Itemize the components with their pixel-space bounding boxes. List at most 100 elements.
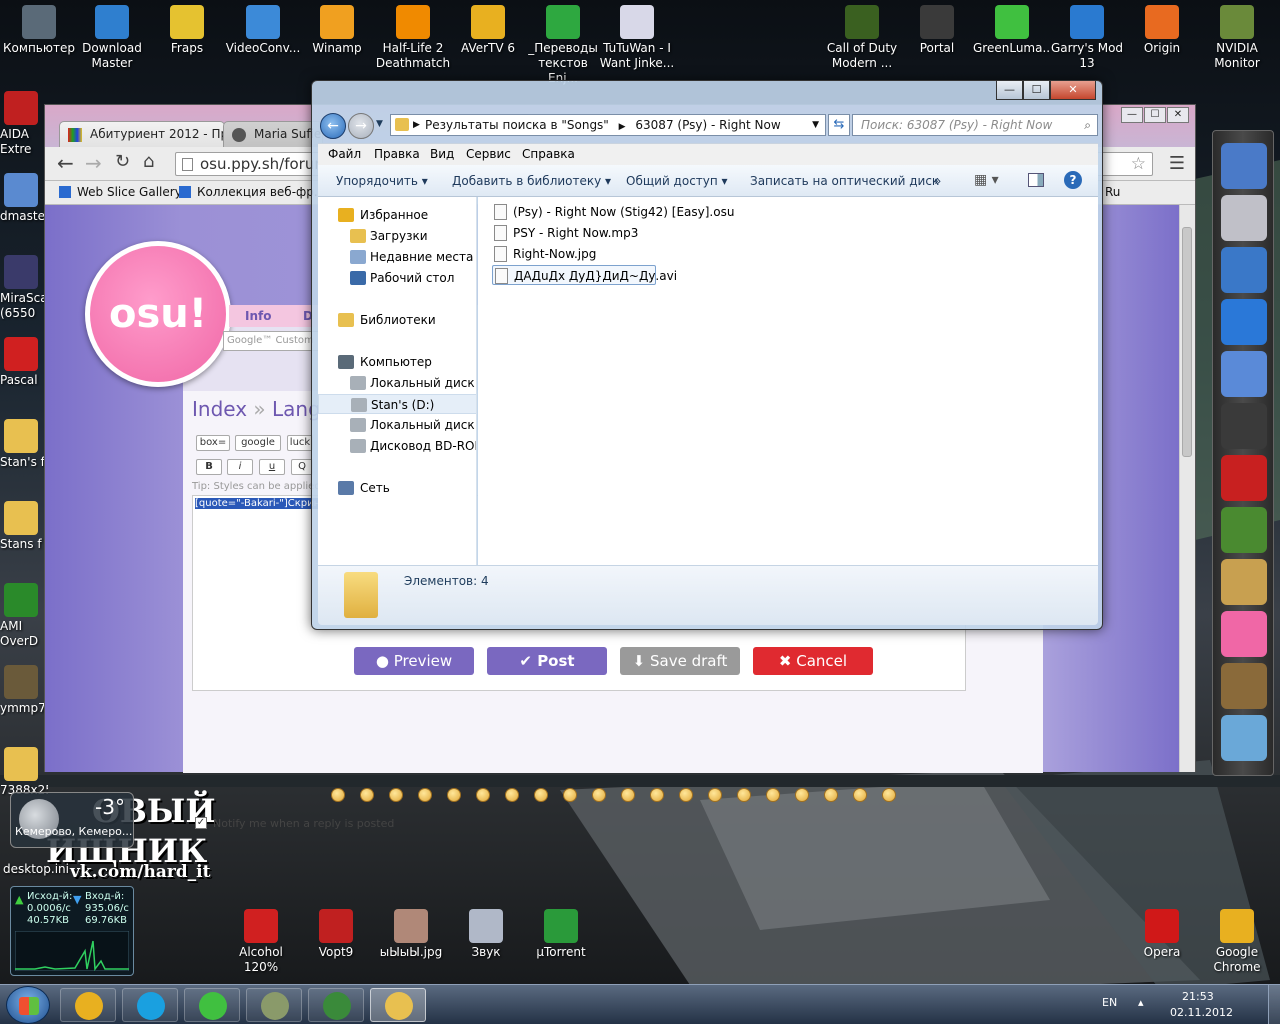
forward-arrow-icon[interactable]: → (85, 151, 102, 175)
bookmark-web-slice[interactable]: Web Slice Gallery (59, 185, 182, 199)
explorer-maximize-button[interactable]: ☐ (1023, 81, 1050, 100)
history-dropdown-icon[interactable]: ▼ (376, 119, 383, 129)
sidebar-gadget-4[interactable] (1221, 351, 1267, 397)
browser-tab-1[interactable]: Абитуриент 2012 - Пр (59, 121, 225, 147)
desktop-icon-left-4[interactable]: Stan's f (0, 416, 48, 470)
nav-item-10[interactable]: Сеть (318, 478, 476, 498)
desktop-icon-top-8[interactable]: TuTuWan - I Want Jinke... (598, 2, 676, 71)
taskbar-button-tool[interactable] (246, 988, 302, 1022)
cmd-share[interactable]: Общий доступ ▾ (626, 174, 728, 188)
browser-scrollbar[interactable] (1179, 205, 1195, 772)
desktop-icon-bottom-6[interactable]: Google Chrome (1198, 906, 1276, 975)
nav-item-7[interactable]: Stan's (D:) (318, 394, 476, 414)
cancel-button[interactable]: ✖ Cancel (753, 647, 873, 675)
address-dropdown-icon[interactable]: ▼ (812, 115, 819, 135)
emoticon-icon[interactable] (476, 788, 490, 802)
emoticon-icon[interactable] (447, 788, 461, 802)
desktop-icon-bottom-4[interactable]: µTorrent (522, 906, 600, 960)
format-button-italic[interactable]: i (227, 459, 253, 475)
post-button[interactable]: ✔ Post (487, 647, 607, 675)
desktop-icon-top-1[interactable]: Download Master (73, 2, 151, 71)
nav-item-2[interactable]: Недавние места (318, 247, 476, 267)
sidebar-gadget-11[interactable] (1221, 715, 1267, 761)
notify-checkbox[interactable]: ✓ (195, 817, 207, 829)
maximize-button[interactable]: ☐ (1144, 107, 1166, 123)
save-draft-button[interactable]: ⬇ Save draft (620, 647, 740, 675)
bookmark-star-icon[interactable]: ☆ (1131, 154, 1146, 174)
desktop-icon-top-3[interactable]: VideoConv... (224, 2, 302, 56)
desktop-icon-bottom-2[interactable]: ыЫыЫ.jpg (372, 906, 450, 960)
preview-button[interactable]: ● Preview (354, 647, 474, 675)
google-search-input[interactable]: Google™ Custom (223, 331, 319, 351)
format-button-quote[interactable]: Q (291, 459, 313, 475)
desktop-icon-left-0[interactable]: AIDA Extre (0, 88, 48, 157)
nav-item-0[interactable]: Избранное (318, 205, 476, 225)
desktop-icon-top-14[interactable]: NVIDIA Monitor (1198, 2, 1276, 71)
emoticon-icon[interactable] (621, 788, 635, 802)
nav-item-8[interactable]: Локальный диск (K (318, 415, 476, 435)
desktop-icon-left-8[interactable]: 7388x25 (0, 744, 48, 798)
scroll-thumb[interactable] (1182, 227, 1192, 457)
desktop-icon-top-12[interactable]: Garry's Mod 13 (1048, 2, 1126, 71)
sidebar-gadget-7[interactable] (1221, 507, 1267, 553)
emoticon-icon[interactable] (737, 788, 751, 802)
menu-help[interactable]: Справка (522, 147, 575, 161)
nav-item-5[interactable]: Компьютер (318, 352, 476, 372)
desktop-icon-left-1[interactable]: dmaste (0, 170, 48, 224)
emoticon-icon[interactable] (882, 788, 896, 802)
emoticon-icon[interactable] (824, 788, 838, 802)
network-monitor-gadget[interactable]: ▲ Исход-й: ▼ Вход-й: 0.0006/с 935.06/с 4… (10, 886, 134, 976)
back-arrow-icon[interactable]: ← (57, 151, 74, 175)
menu-file[interactable]: Файл (328, 147, 361, 161)
emoticon-icon[interactable] (563, 788, 577, 802)
emoticon-icon[interactable] (389, 788, 403, 802)
menu-icon[interactable]: ☰ (1169, 153, 1185, 174)
language-indicator[interactable]: EN (1102, 996, 1117, 1009)
desktop-ini-label[interactable]: desktop.ini (0, 862, 72, 877)
browser-tab-2[interactable]: Maria Sufie (223, 121, 323, 147)
desktop-icon-top-2[interactable]: Fraps (148, 2, 226, 56)
file-item-3[interactable]: ДАДuДх ДуД}ДиД~Ду.avi (492, 265, 677, 285)
file-item-2[interactable]: Right-Now.jpg (492, 244, 712, 264)
sidebar-gadget-10[interactable] (1221, 663, 1267, 709)
desktop-icon-left-6[interactable]: AMI OverD (0, 580, 48, 649)
cmd-organize[interactable]: Упорядочить ▾ (336, 174, 428, 188)
emoticon-icon[interactable] (795, 788, 809, 802)
emoticon-icon[interactable] (534, 788, 548, 802)
sidebar-gadget-3[interactable] (1221, 299, 1267, 345)
bookmark-collection[interactable]: Коллекция веб-фр... (179, 185, 325, 199)
desktop-icon-top-13[interactable]: Origin (1123, 2, 1201, 56)
sidebar-gadget-1[interactable] (1221, 195, 1267, 241)
nav-item-3[interactable]: Рабочий стол (318, 268, 476, 288)
sidebar-gadget-5[interactable] (1221, 403, 1267, 449)
nav-item-4[interactable]: Библиотеки (318, 310, 476, 330)
preview-pane-icon[interactable] (1028, 173, 1044, 187)
desktop-icon-left-2[interactable]: MiraSca (6550 (0, 252, 48, 321)
address-part-folder[interactable]: 63087 (Psy) - Right Now (635, 118, 780, 132)
format-button-underline[interactable]: u (259, 459, 285, 475)
emoticon-icon[interactable] (650, 788, 664, 802)
nav-info[interactable]: Info (245, 309, 271, 323)
tray-expand-icon[interactable]: ▴ (1138, 996, 1144, 1009)
file-item-0[interactable]: (Psy) - Right Now (Stig42) [Easy].osu (492, 202, 734, 222)
emoticon-icon[interactable] (853, 788, 867, 802)
desktop-icon-bottom-5[interactable]: Opera (1123, 906, 1201, 960)
view-options-icon[interactable]: ▦ ▾ (974, 172, 999, 188)
address-part-search[interactable]: Результаты поиска в "Songs" (425, 118, 609, 132)
help-icon[interactable]: ? (1064, 171, 1082, 189)
desktop-icon-left-5[interactable]: Stans f (0, 498, 48, 552)
taskbar-button-explorer[interactable] (370, 988, 426, 1022)
cmd-add-library[interactable]: Добавить в библиотеку ▾ (452, 174, 611, 188)
explorer-window[interactable]: — ☐ ✕ ← → ▼ ▶ Результаты поиска в "Songs… (311, 80, 1103, 630)
nav-item-9[interactable]: Дисковод BD-ROM (318, 436, 476, 456)
desktop-icon-top-11[interactable]: GreenLuma... (973, 2, 1051, 56)
breadcrumb-index[interactable]: Index (192, 397, 247, 421)
sidebar-gadget-2[interactable] (1221, 247, 1267, 293)
desktop-icon-top-7[interactable]: _Переводы текстов Enj... (524, 2, 602, 86)
explorer-close-button[interactable]: ✕ (1050, 81, 1096, 100)
taskbar-button-monitor[interactable] (308, 988, 364, 1022)
menu-tools[interactable]: Сервис (466, 147, 511, 161)
format-button-lucky[interactable]: luck (287, 435, 313, 451)
desktop-icon-bottom-1[interactable]: Vopt9 (297, 906, 375, 960)
home-icon[interactable]: ⌂ (143, 151, 154, 172)
